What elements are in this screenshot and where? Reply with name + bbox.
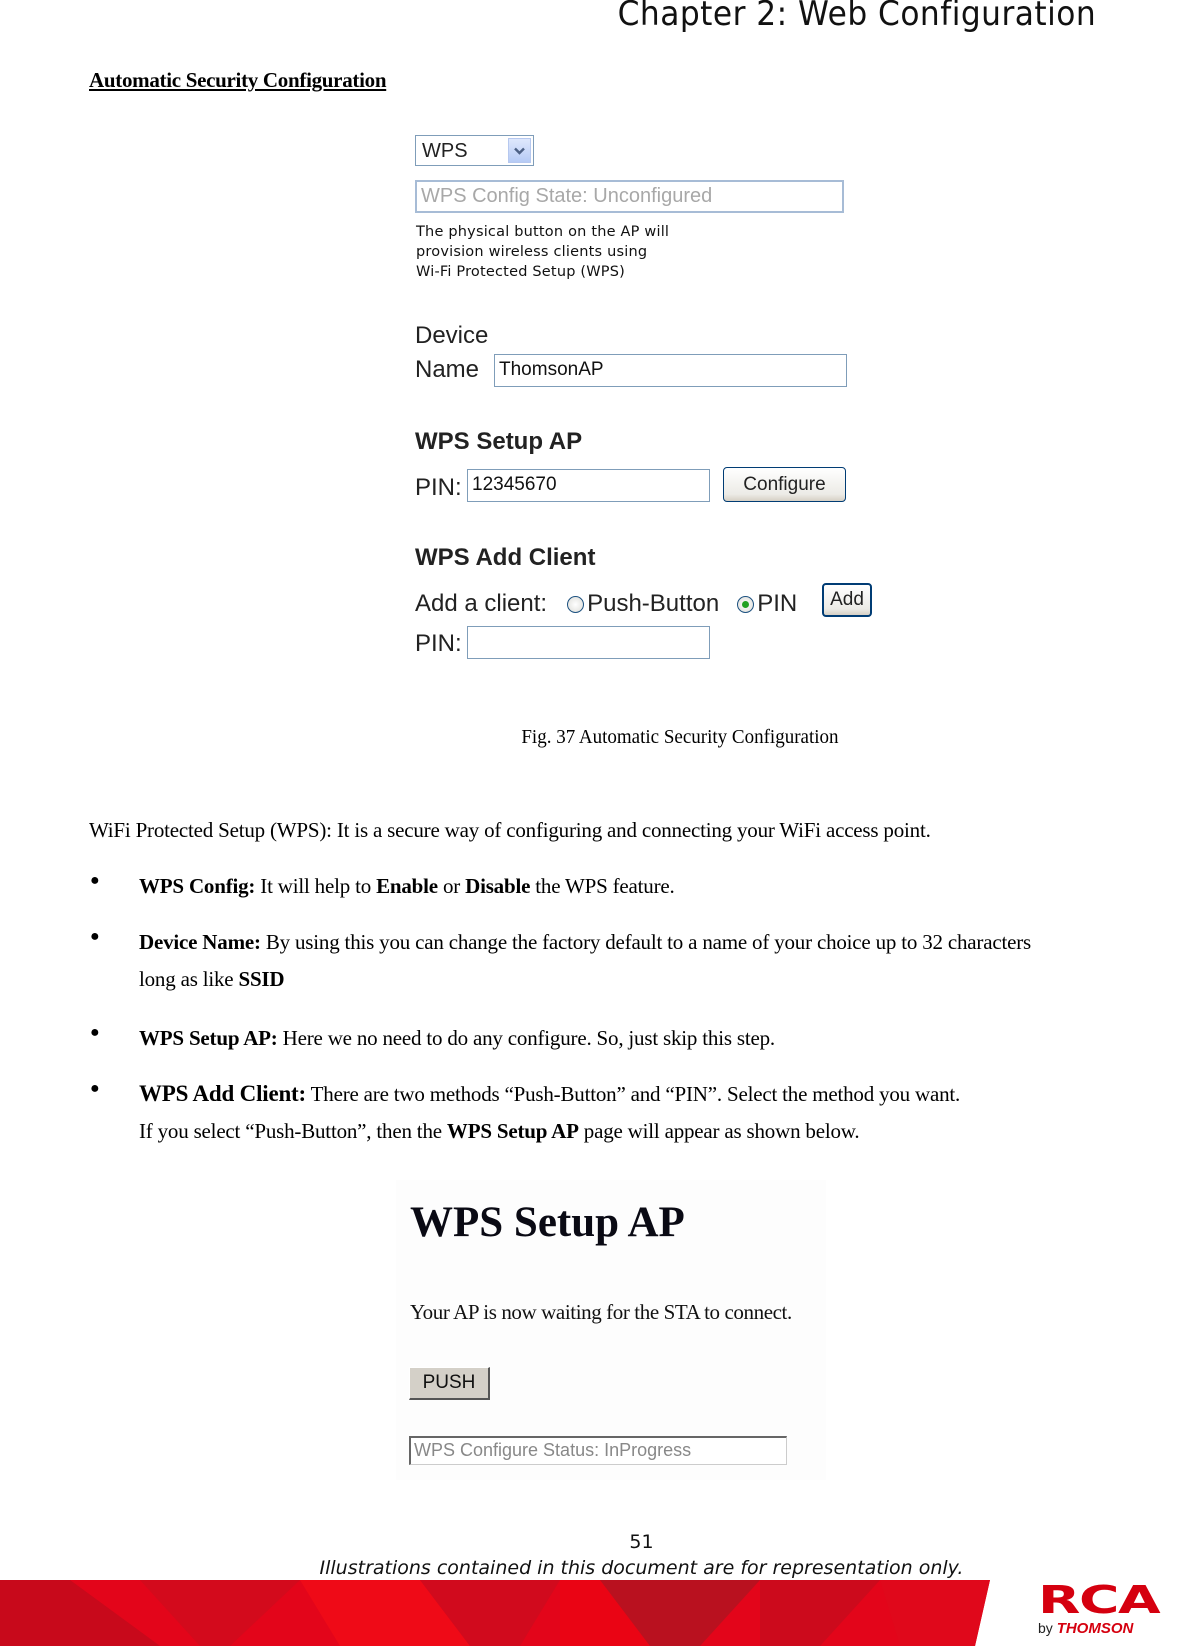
device-name-label-line1: Device [415,322,489,349]
bullet-bold: Disable [465,874,531,898]
bullet-icon: ● [90,1024,100,1041]
radio-selected-dot [742,600,750,608]
bullet-term: WPS Setup AP: [139,1026,278,1050]
waiting-message: Your AP is now waiting for the STA to co… [410,1300,792,1324]
wps-configure-status-field: WPS Configure Status: InProgress [409,1436,787,1465]
section-heading: Automatic Security Configuration [89,68,387,92]
wps-setup-ap-heading: WPS Setup AP [415,428,583,455]
page-number: 51 [629,1531,654,1553]
bullet-text: By using this you can change the factory… [260,930,1031,954]
configure-button[interactable]: Configure [723,467,846,502]
add-client-button[interactable]: Add [822,583,872,617]
bullet-text: It will help to [255,874,377,898]
bullet-wps-config: WPS Config: It will help to Enable or Di… [139,872,675,900]
bullet-text: If you select “Push-Button”, then the [139,1119,447,1143]
wps-add-client-heading: WPS Add Client [415,544,596,571]
bullet-text: There are two methods “Push-Button” and … [305,1082,961,1106]
wps-note: The physical button on the AP will provi… [416,222,669,282]
radio-push-button-label[interactable]: Push-Button [587,590,719,618]
add-client-pin-label: PIN: [415,630,462,657]
bullet-bold: WPS Setup AP [446,1119,579,1143]
add-client-row: Add a client: Push-Button PIN [415,590,797,618]
wps-config-select-value: WPS [422,140,468,162]
radio-push-button[interactable] [567,595,585,613]
bullet-text: Here we no need to do any configure. So,… [277,1026,775,1050]
by-text: by [1038,1620,1057,1636]
bullet-icon: ● [90,872,100,889]
wps-note-line: Wi-Fi Protected Setup (WPS) [416,264,626,280]
thomson-text: THOMSON [1056,1620,1134,1637]
rca-logo-text: RCA [1038,1578,1161,1622]
radio-pin[interactable] [737,595,755,613]
bullet-wps-add-client: WPS Add Client: There are two methods “P… [139,1080,960,1108]
wps-config-state-field: WPS Config State: Unconfigured [415,180,844,213]
footer-red-band [0,1580,990,1646]
figure-caption-text: Fig. 37 Automatic Security Configuration [521,726,839,748]
bullet-term: WPS Add Client: [139,1081,306,1106]
figure-wps-setup-ap: WPS Setup AP Your AP is now waiting for … [396,1180,826,1480]
by-thomson-text: by THOMSON [1038,1620,1133,1637]
bullet-bold: Enable [376,874,438,898]
bullet-device-name-continued: long as like SSID [139,965,285,993]
intro-paragraph: WiFi Protected Setup (WPS): It is a secu… [89,818,931,842]
bullet-icon: ● [90,1080,100,1097]
rca-thomson-logo: RCA by THOMSON [1032,1578,1178,1642]
bullet-term: Device Name: [139,930,261,954]
bullet-bold: SSID [238,967,285,991]
wps-config-select[interactable]: WPS [415,135,534,166]
bullet-text: the WPS feature. [530,874,675,898]
setup-ap-pin-input[interactable]: 12345670 [467,469,710,502]
bullet-text: or [437,874,466,898]
footer-disclaimer: Illustrations contained in this document… [319,1557,964,1579]
radio-pin-label[interactable]: PIN [757,590,797,618]
bullet-device-name: Device Name: By using this you can chang… [139,928,1139,956]
bullet-text: long as like [139,967,239,991]
device-name-input[interactable]: ThomsonAP [494,354,847,387]
chapter-title: Chapter 2: Web Configuration [617,0,1096,34]
bullet-wps-setup-ap: WPS Setup AP: Here we no need to do any … [139,1024,775,1052]
add-client-label: Add a client: [415,590,548,617]
bullet-text: page will appear as shown below. [578,1119,860,1143]
bullet-term: WPS Config: [139,874,256,898]
chevron-down-icon[interactable] [508,138,531,163]
add-client-pin-input[interactable] [467,626,710,659]
wps-note-line: provision wireless clients using [416,244,648,260]
push-button[interactable]: PUSH [409,1367,490,1400]
setup-ap-pin-label: PIN: [415,474,462,501]
wps-setup-ap-title: WPS Setup AP [410,1199,685,1246]
device-name-label-line2: Name [415,356,480,383]
bullet-wps-add-client-continued: If you select “Push-Button”, then the WP… [139,1117,860,1145]
figure-caption: Fig. 37 Automatic Security Configuration [0,726,1178,749]
wps-note-line: The physical button on the AP will [416,224,670,240]
